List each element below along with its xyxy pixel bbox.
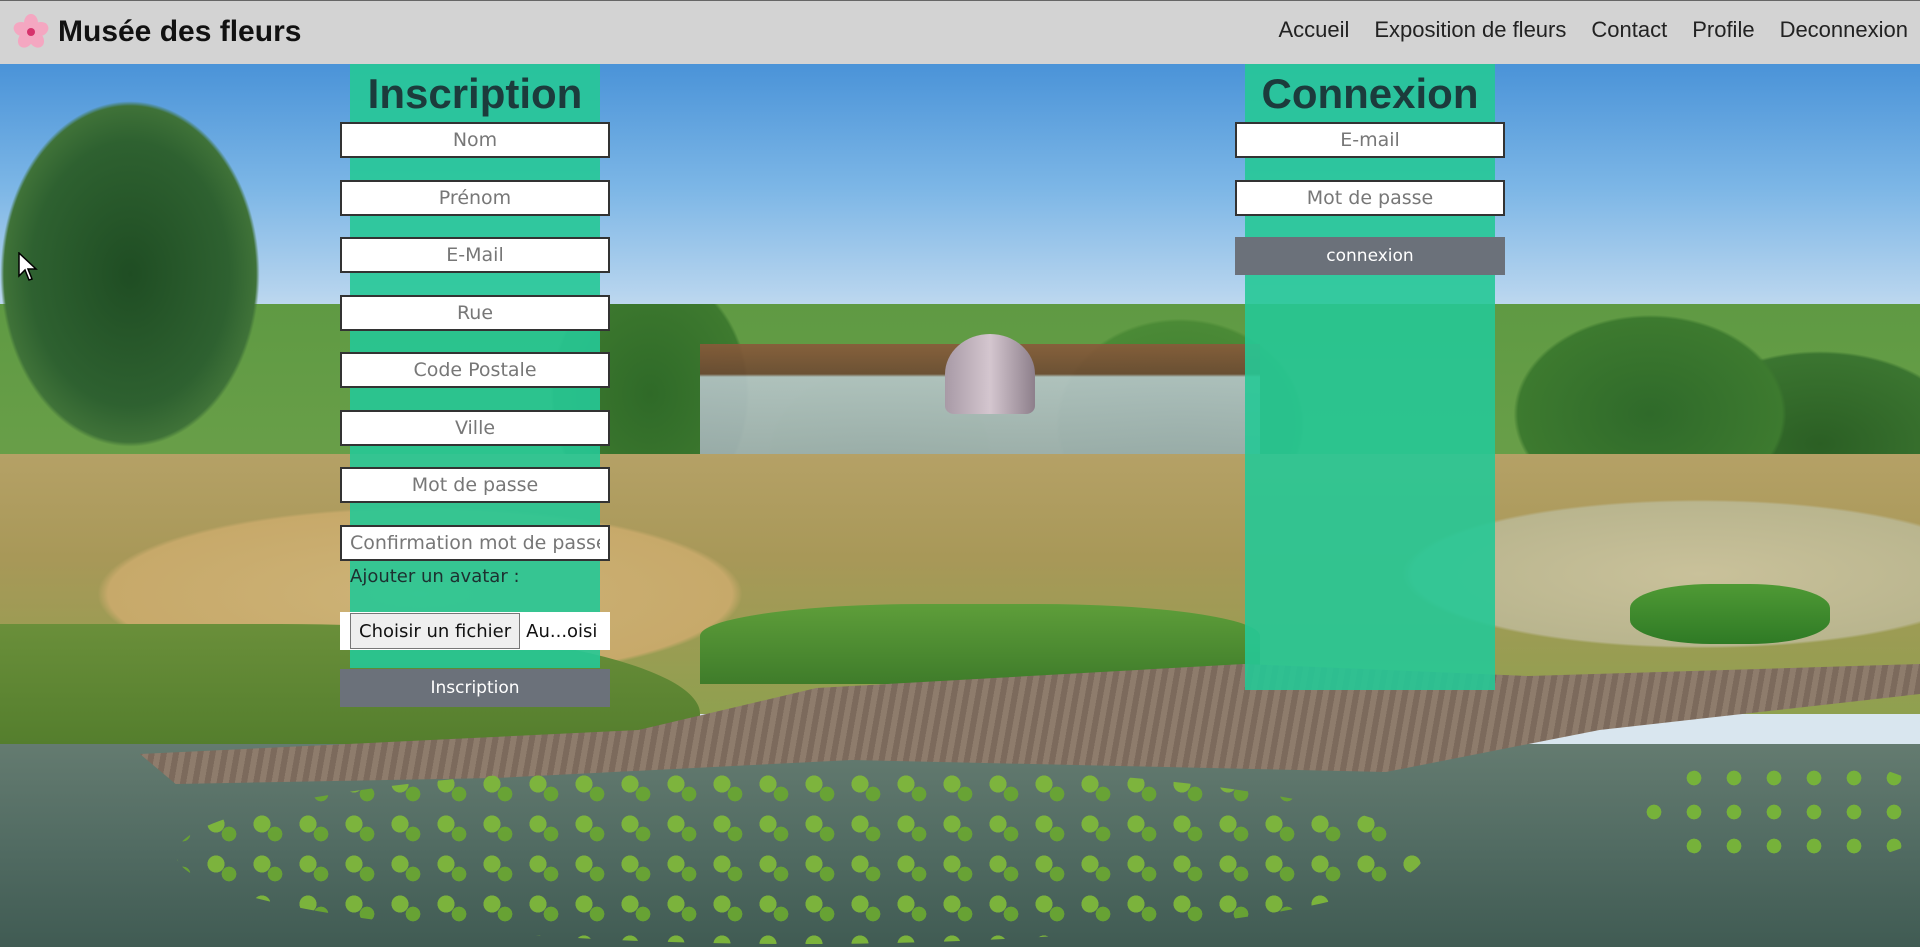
- navbar: Musée des fleurs Accueil Exposition de f…: [0, 0, 1920, 64]
- brand-title: Musée des fleurs: [58, 15, 302, 48]
- nav-link-exposition[interactable]: Exposition de fleurs: [1374, 17, 1566, 43]
- nom-input[interactable]: [340, 122, 610, 158]
- background-reeds-right: [1630, 584, 1830, 644]
- nav-links: Accueil Exposition de fleurs Contact Pro…: [1278, 17, 1908, 43]
- email-input[interactable]: [340, 237, 610, 273]
- background-dome: [945, 334, 1035, 414]
- connexion-submit-button[interactable]: connexion: [1235, 237, 1505, 275]
- nav-link-profile[interactable]: Profile: [1692, 17, 1754, 43]
- login-email-input[interactable]: [1235, 122, 1505, 158]
- avatar-file-input[interactable]: Choisir un fichier Au...oisi: [340, 612, 610, 650]
- nav-link-deconnexion[interactable]: Deconnexion: [1780, 17, 1908, 43]
- ville-input[interactable]: [340, 410, 610, 446]
- connexion-title: Connexion: [1261, 70, 1479, 117]
- brand[interactable]: Musée des fleurs: [12, 13, 301, 51]
- background-garden-image: [0, 64, 1920, 947]
- file-status: Au...oisi: [526, 620, 598, 642]
- mouse-cursor-icon: [18, 251, 38, 286]
- cherry-blossom-icon: [12, 13, 50, 51]
- login-password-input[interactable]: [1235, 180, 1505, 216]
- rue-input[interactable]: [340, 295, 610, 331]
- choose-file-button[interactable]: Choisir un fichier: [350, 613, 521, 649]
- prenom-input[interactable]: [340, 180, 610, 216]
- nav-link-accueil[interactable]: Accueil: [1278, 17, 1349, 43]
- nav-link-contact[interactable]: Contact: [1591, 17, 1667, 43]
- avatar-label: Ajouter un avatar :: [350, 566, 520, 587]
- password-confirm-input[interactable]: [340, 525, 610, 561]
- inscription-submit-button[interactable]: Inscription: [340, 669, 610, 707]
- password-input[interactable]: [340, 467, 610, 503]
- inscription-title: Inscription: [367, 70, 583, 117]
- code-postale-input[interactable]: [340, 352, 610, 388]
